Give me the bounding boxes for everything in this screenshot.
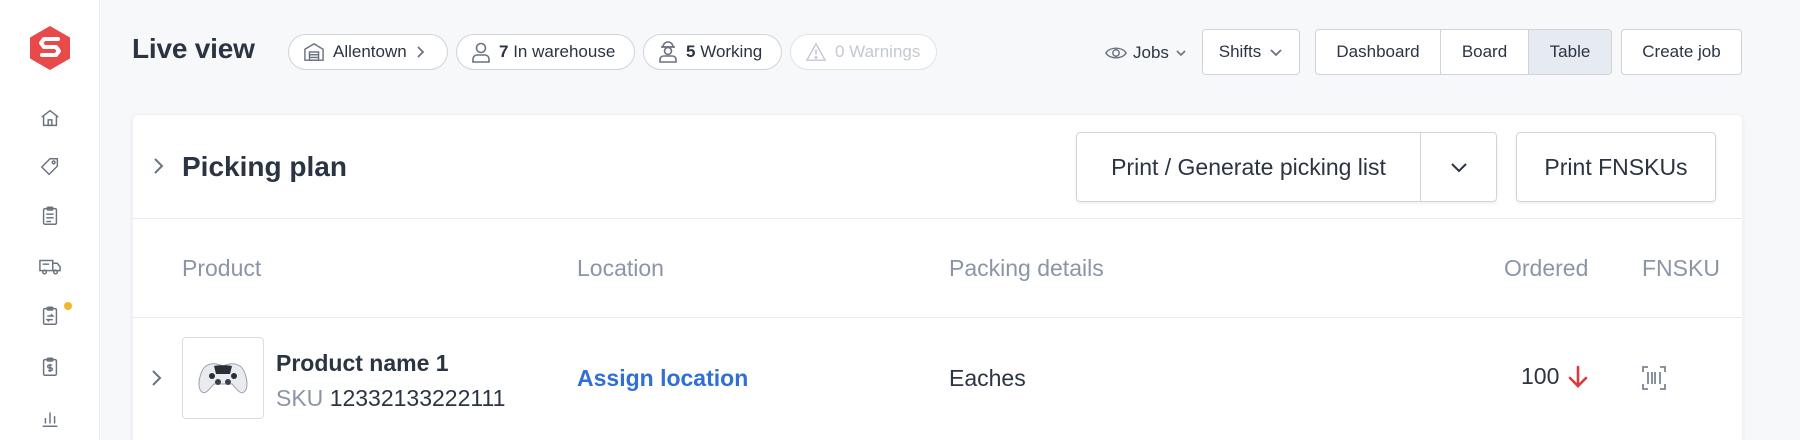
eye-icon (1105, 47, 1127, 59)
working-pill[interactable]: 5 Working (643, 34, 782, 70)
jobs-label: Jobs (1133, 43, 1169, 62)
view-dashboard-button[interactable]: Dashboard (1316, 30, 1441, 74)
working-label: Working (700, 42, 763, 61)
bar-chart-icon[interactable] (34, 402, 66, 434)
column-header-product: Product (182, 255, 262, 281)
chevron-down-icon (1270, 48, 1282, 56)
sku-label: SKU (276, 385, 324, 411)
warnings-label: 0 Warnings (835, 42, 921, 61)
column-header-ordered: Ordered (1504, 255, 1589, 281)
product-sku: SKU 12332133222111 (276, 385, 505, 412)
row-expand-chevron-icon[interactable] (149, 367, 163, 394)
print-picking-list-split-button: Print / Generate picking list (1076, 132, 1497, 202)
clipboard-icon[interactable] (34, 200, 66, 232)
notification-dot (64, 302, 72, 310)
tag-icon[interactable] (34, 151, 66, 183)
view-table-button[interactable]: Table (1529, 30, 1611, 74)
ordered-value: 100 (1521, 363, 1560, 389)
print-options-dropdown[interactable] (1421, 133, 1496, 201)
shifts-label: Shifts (1218, 42, 1262, 61)
clipboard-dollar-icon[interactable] (34, 351, 66, 383)
assign-location-link[interactable]: Assign location (577, 365, 748, 392)
product-name: Product name 1 (276, 350, 449, 376)
product-thumbnail (182, 337, 264, 419)
jobs-visibility-toggle[interactable]: Jobs (1105, 38, 1187, 68)
create-job-button[interactable]: Create job (1621, 29, 1742, 75)
warehouse-icon (304, 42, 324, 61)
print-fnskus-button[interactable]: Print FNSKUs (1516, 132, 1716, 202)
warnings-pill[interactable]: 0 Warnings (790, 34, 937, 70)
in-warehouse-label: In warehouse (513, 42, 616, 61)
home-icon[interactable] (34, 102, 66, 134)
chevron-down-icon (1176, 50, 1186, 57)
barcode-icon[interactable] (1641, 365, 1667, 396)
sku-value: 12332133222111 (329, 385, 506, 411)
picking-plan-card: Picking plan Print / Generate picking li… (132, 114, 1743, 440)
brand-logo[interactable] (28, 24, 72, 72)
warning-icon (805, 42, 827, 61)
clipboard-return-icon[interactable] (34, 300, 72, 332)
column-header-location: Location (577, 255, 664, 281)
ordered-quantity: 100 (1521, 363, 1589, 390)
divider (133, 218, 1742, 219)
arrow-down-icon (1569, 365, 1588, 388)
shifts-dropdown[interactable]: Shifts (1202, 29, 1300, 75)
card-title: Picking plan (182, 151, 347, 182)
view-switcher: Dashboard Board Table (1315, 29, 1612, 75)
chevron-down-icon (1450, 162, 1467, 172)
location-label: Allentown (333, 42, 407, 61)
location-pill[interactable]: Allentown (288, 34, 448, 70)
in-warehouse-pill[interactable]: 7 In warehouse (456, 34, 635, 70)
sidebar (0, 0, 100, 440)
working-count: 5 (686, 42, 696, 61)
packing-details: Eaches (949, 365, 1026, 391)
page-title: Live view (132, 33, 255, 64)
column-header-packing-details: Packing details (949, 255, 1104, 281)
person-icon (472, 42, 490, 63)
print-picking-list-button[interactable]: Print / Generate picking list (1077, 133, 1421, 201)
view-board-button[interactable]: Board (1441, 30, 1529, 74)
expand-chevron-icon[interactable] (151, 155, 165, 182)
divider (133, 317, 1742, 318)
column-header-fnsku: FNSKU (1642, 255, 1720, 281)
worker-icon (659, 41, 677, 63)
chevron-right-icon (417, 46, 424, 58)
in-warehouse-count: 7 (499, 42, 509, 61)
truck-icon[interactable] (34, 250, 66, 282)
game-controller-icon (198, 363, 248, 394)
